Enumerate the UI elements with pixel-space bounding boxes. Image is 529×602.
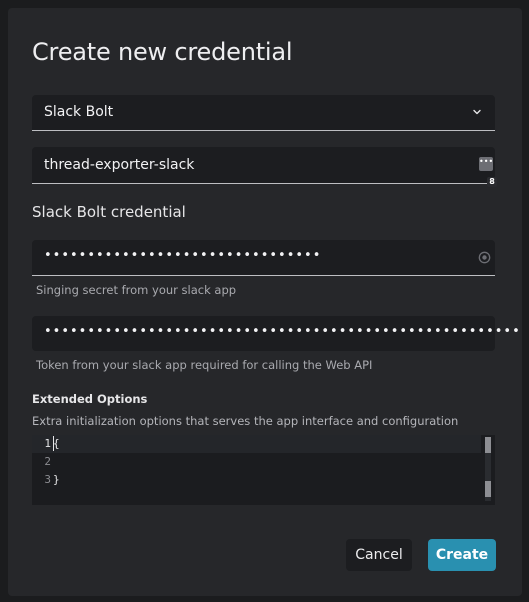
credential-type-select[interactable]: Slack Bolt [32,95,495,131]
password-manager-icon[interactable]: ••• 8 [479,157,497,187]
editor-line[interactable]: 1 { [32,435,481,453]
chevron-down-icon [473,109,481,115]
line-code: } [53,473,60,486]
signing-secret-value: •••••••••••••••••••••••••••••••• [44,248,322,263]
credential-type-value: Slack Bolt [44,104,114,120]
bot-token-input[interactable]: ••••••••••••••••••••••••••••••••••••••••… [32,316,520,351]
text-cursor [53,436,54,451]
line-number: 2 [44,455,51,468]
signing-secret-helper: Singing secret from your slack app [36,283,237,297]
extended-options-editor[interactable]: 1 { 2 3 } [32,435,495,505]
extended-options-description: Extra initialization options that serves… [32,414,459,428]
create-credential-dialog: Create new credential Slack Bolt thread-… [8,8,522,596]
line-number: 1 [44,437,51,450]
bot-token-helper: Token from your slack app required for c… [36,358,373,372]
editor-line[interactable]: 2 [32,453,481,471]
scrollbar-thumb[interactable] [485,437,491,453]
scrollbar-thumb[interactable] [485,481,491,497]
credential-name-value: thread-exporter-slack [44,157,195,173]
dialog-title: Create new credential [32,38,293,66]
editor-scrollbar[interactable] [485,437,491,501]
cancel-button[interactable]: Cancel [346,539,412,571]
line-number: 3 [44,473,51,486]
editor-line[interactable]: 3 } [32,471,481,489]
extended-options-heading: Extended Options [32,392,148,406]
create-button[interactable]: Create [428,539,496,571]
section-heading: Slack Bolt credential [32,203,186,221]
password-manager-count: 8 [487,177,497,187]
eye-icon[interactable] [478,251,491,264]
signing-secret-input[interactable]: •••••••••••••••••••••••••••••••• [32,240,495,276]
bot-token-value: ••••••••••••••••••••••••••••••••••••••••… [44,324,521,339]
credential-name-input[interactable]: thread-exporter-slack ••• 8 [32,147,497,187]
